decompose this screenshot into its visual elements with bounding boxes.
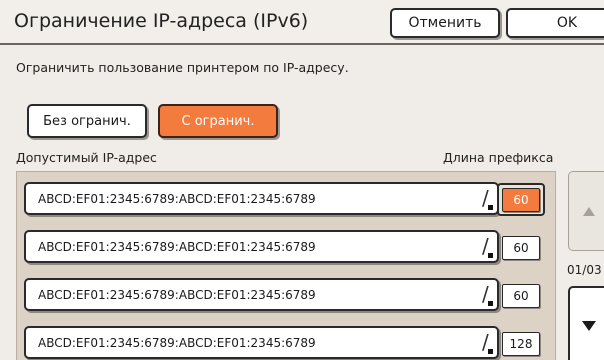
restriction-button[interactable]: С огранич. (158, 104, 278, 138)
page-indicator: 01/03 (567, 263, 602, 277)
prefix-length-field[interactable]: 128 (502, 332, 540, 356)
ip-list-row: ABCD:EF01:2345:6789:ABCD:EF01:2345:6789 … (17, 172, 557, 220)
prefix-length-field[interactable]: 60 (502, 236, 540, 260)
ip-address-value: ABCD:EF01:2345:6789:ABCD:EF01:2345:6789 (38, 335, 316, 350)
arrow-up-icon (583, 206, 595, 216)
ip-address-value: ABCD:EF01:2345:6789:ABCD:EF01:2345:6789 (38, 239, 316, 254)
scroll-up-button[interactable] (568, 171, 604, 251)
ip-list-panel: ABCD:EF01:2345:6789:ABCD:EF01:2345:6789 … (16, 171, 556, 360)
page-title: Ограничение IP-адреса (IPv6) (14, 10, 309, 32)
ip-address-field[interactable]: ABCD:EF01:2345:6789:ABCD:EF01:2345:6789 (24, 182, 499, 215)
prefix-separator: / (482, 330, 489, 354)
title-bar: Ограничение IP-адреса (IPv6) Отменить OK (0, 0, 604, 45)
ip-address-field[interactable]: ABCD:EF01:2345:6789:ABCD:EF01:2345:6789 (24, 230, 499, 263)
prefix-separator: / (482, 282, 489, 306)
allowed-ip-header: Допустимый IP-адрес (16, 150, 157, 165)
description-text: Ограничить пользование принтером по IP-а… (16, 60, 349, 75)
ip-restriction-screen: Ограничение IP-адреса (IPv6) Отменить OK… (0, 0, 604, 360)
ip-list-row: ABCD:EF01:2345:6789:ABCD:EF01:2345:6789 … (17, 220, 557, 268)
prefix-length-header: Длина префикса (443, 150, 554, 165)
prefix-length-field[interactable]: 60 (502, 188, 540, 212)
ip-address-value: ABCD:EF01:2345:6789:ABCD:EF01:2345:6789 (38, 287, 316, 302)
scroll-down-button[interactable] (568, 286, 604, 360)
ok-button[interactable]: OK (506, 8, 604, 38)
prefix-length-field[interactable]: 60 (502, 284, 540, 308)
cancel-button[interactable]: Отменить (390, 8, 500, 38)
ip-list-row: ABCD:EF01:2345:6789:ABCD:EF01:2345:6789 … (17, 316, 557, 360)
no-restriction-button[interactable]: Без огранич. (27, 104, 147, 138)
ip-address-field[interactable]: ABCD:EF01:2345:6789:ABCD:EF01:2345:6789 (24, 326, 499, 359)
ip-address-field[interactable]: ABCD:EF01:2345:6789:ABCD:EF01:2345:6789 (24, 278, 499, 311)
prefix-separator: / (482, 234, 489, 258)
arrow-down-icon (582, 321, 596, 331)
ip-address-value: ABCD:EF01:2345:6789:ABCD:EF01:2345:6789 (38, 191, 316, 206)
ip-list-row: ABCD:EF01:2345:6789:ABCD:EF01:2345:6789 … (17, 268, 557, 316)
prefix-separator: / (482, 186, 489, 210)
